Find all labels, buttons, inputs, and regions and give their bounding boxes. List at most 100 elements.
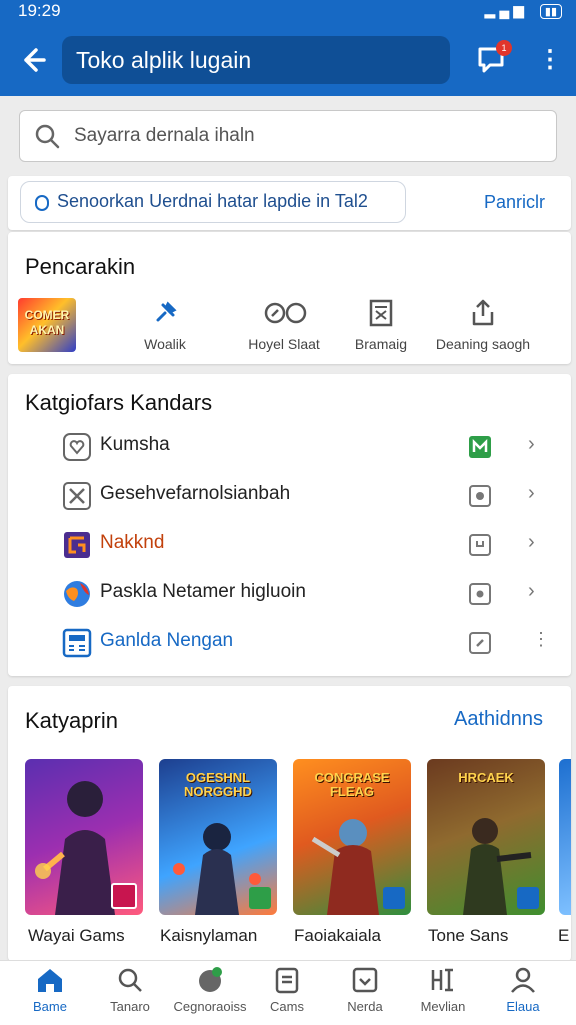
suggestion-link[interactable]: Panriclr [484,192,545,213]
game-thumbnail[interactable]: COMER AKAN [18,298,76,352]
game-name: E [558,926,570,945]
search-bar[interactable]: Sayarra dernala ihaln [19,110,557,162]
grey-badge-icon [469,583,491,605]
nav-label: Tanaro [110,999,150,1014]
game-tile[interactable] [25,759,143,915]
document-icon [369,299,393,327]
see-all-link[interactable]: Aathidnns [454,708,543,731]
badge-icon [111,883,137,909]
category-row[interactable]: Paskla Netamer higluoin › [8,569,571,618]
nav-label: Elaua [506,999,540,1014]
category-label: Kumsha [100,434,170,455]
badge-icon [383,887,405,909]
globe-icon [64,581,90,607]
arrow-back-icon [24,48,46,72]
tools-icon [63,482,91,510]
badge-icon [249,887,271,909]
quick-action-label: Bramaig [354,336,408,352]
notification-button[interactable]: 1 [476,40,512,76]
nav-profile[interactable]: Elaua [478,965,568,1014]
section-title: Katgiofars Kandars [25,390,213,415]
grey-badge-icon [469,534,491,556]
nav-label: Bame [33,999,67,1014]
location-icon [35,195,49,211]
games-icon [199,967,222,992]
nav-label: Mevlian [420,999,466,1014]
search-icon [118,968,142,992]
nav-label: Cams [270,999,304,1014]
nav-home[interactable]: Bame [5,965,95,1014]
search-icon [35,124,60,149]
back-button[interactable] [18,44,50,76]
game-logo-text: OGESHNL NORGGHD [184,770,252,799]
status-time: 19:29 [18,1,61,20]
chevron-right-icon: › [528,482,535,504]
search-input[interactable]: Sayarra dernala ihaln [74,125,255,147]
status-icons: ▂▄▆ ▮▮ [485,2,562,19]
quick-action-3[interactable]: Bramaig [355,298,407,352]
quick-action-2[interactable]: Hoyel Slaat [248,298,320,352]
chevron-right-icon: › [528,433,535,455]
toggle-icon [264,302,307,324]
notification-badge: 1 [496,40,512,56]
battery-icon: ▮▮ [539,4,562,19]
puzzle-icon [64,532,90,558]
quick-action-label: Hoyel Slaat [248,336,320,352]
game-logo-text: HRCAEK [458,770,514,785]
game-tile[interactable] [559,759,571,915]
green-badge-icon [469,436,491,458]
status-bar: 19:29 ▂▄▆ ▮▮ [0,0,576,24]
quick-action-label: Deaning saogh [435,336,531,352]
chevron-right-icon: › [528,580,535,602]
category-label: Nakknd [100,532,165,553]
category-row[interactable]: Gesehvefarnolsianbah › [8,471,571,520]
search-section: Pencarakin Woalik Hoyel Slaat Bramaig De… [8,232,571,364]
nav-apps[interactable]: Mevlian [398,965,488,1014]
apps-icon [431,968,453,992]
share-icon [472,299,494,326]
game-tile[interactable]: CONGRASE FLEAG [293,759,411,915]
category-label: Gesehvefarnolsianbah [100,483,291,504]
more-dots-icon: ⋮ [532,629,550,649]
more-menu-button[interactable]: ⋮ [538,46,562,74]
badge-icon [517,887,539,909]
game-name: Kaisnylaman [160,926,258,945]
category-label: Ganlda Nengan [100,630,234,651]
section-title: Katyaprin [25,708,118,733]
grey-badge-icon [469,632,491,654]
person-icon [511,967,535,993]
category-row[interactable]: Nakknd › [8,520,571,569]
quick-action-4[interactable]: Deaning saogh [436,298,530,352]
signal-icon: ▂▄▆ [484,2,528,18]
app-bar: Toko alplik lugain 1 ⋮ [0,24,576,96]
suggestion-bar: Senoorkan Uerdnai hatar lapdie in Tal2 P… [8,176,571,230]
pin-icon [156,301,177,322]
categories-section: Katgiofars Kandars Kumsha › Gesehvefarno… [8,374,571,676]
quick-action-1[interactable]: Woalik [144,298,186,352]
heart-icon [63,433,91,461]
suggestion-text: Senoorkan Uerdnai hatar lapdie in Tal2 [57,191,368,211]
suggestion-chip[interactable]: Senoorkan Uerdnai hatar lapdie in Tal2 [20,181,406,223]
category-row[interactable]: Kumsha › [8,422,571,471]
game-tile[interactable]: HRCAEK [427,759,545,915]
bottom-navigation: Bame Tanaro Cegnoraoiss Cams Nerda Mevli… [0,960,576,1025]
category-label: Paskla Netamer higluoin [100,581,306,602]
category-row[interactable]: Ganlda Nengan ⋮ [8,618,571,667]
store-title-field[interactable]: Toko alplik lugain [62,36,450,84]
nav-label: Nerda [347,999,383,1014]
home-icon [38,969,62,992]
quick-action-label: Woalik [144,336,186,352]
game-tile[interactable]: OGESHNL NORGGHD [159,759,277,915]
image-icon [352,967,378,993]
game-name: Wayai Gams [28,926,125,945]
catalog-section: Katyaprin Aathidnns OGESHNL NORGGHD CONG… [8,686,571,961]
nav-media[interactable]: Nerda [320,965,410,1014]
section-title: Pencarakin [25,254,136,279]
game-logo-text: CONGRASE FLEAG [314,770,390,799]
nav-search[interactable]: Tanaro [85,965,175,1014]
nav-list[interactable]: Cams [242,965,332,1014]
chevron-right-icon: › [528,531,535,553]
game-name: Faoiakaiala [294,926,381,945]
game-name: Tone Sans [428,926,509,945]
list-icon [275,967,299,994]
